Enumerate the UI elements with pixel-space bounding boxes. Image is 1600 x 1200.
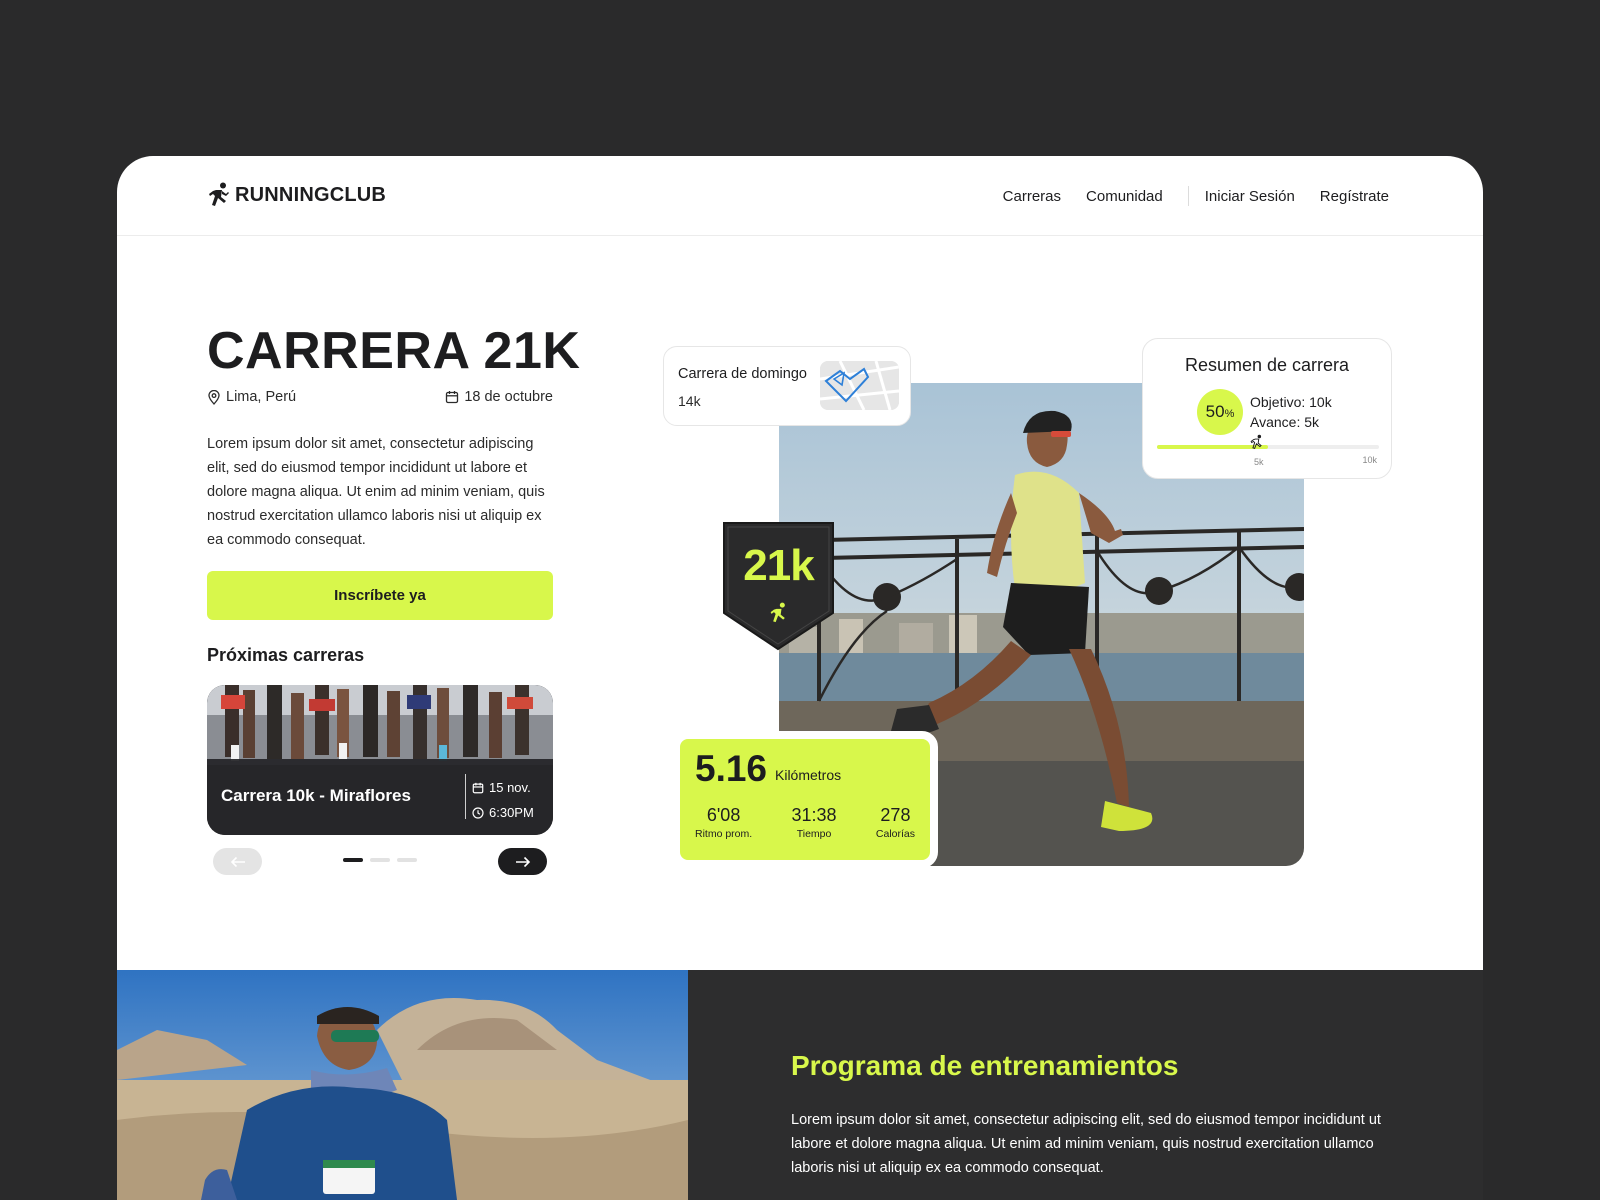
upcoming-races-title: Próximas carreras [207,645,365,665]
progress-text: Avance: 5k [1250,414,1320,430]
runner-icon [770,602,785,623]
race-card-time-text: 6:30PM [489,805,534,820]
carousel-next-button[interactable] [498,848,547,875]
calendar-icon [472,782,484,793]
carousel-dots [343,858,417,862]
race-card-info: 15 nov. 6:30PM [472,775,534,825]
navbar: RUNNINGCLUB Carreras Comunidad Iniciar S… [117,156,1483,236]
brand-name: RUNNINGCLUB [235,183,387,206]
nav-link-comunidad[interactable]: Comunidad [1086,188,1163,205]
distance-unit: Kilómetros [775,767,842,783]
calendar-icon [446,391,459,404]
event-date: 18 de octubre [445,389,553,405]
event-location: Lima, Perú [207,389,296,405]
race-card-date-text: 15 nov. [489,780,531,795]
race-card-title: Carrera 10k - Miraflores [221,786,411,805]
progress-percent: 50% [1197,389,1243,435]
sunday-run-card[interactable]: Carrera de domingo 14k [663,346,911,426]
page-title: CARRERA 21K [207,322,581,380]
progress-percent-symbol: % [1224,408,1235,420]
race-card-divider [465,774,466,819]
register-link[interactable]: Regístrate [1320,188,1389,205]
event-meta: Lima, Perú 18 de octubre [207,389,553,405]
race-card[interactable]: Carrera 10k - Miraflores 15 nov. 6:30PM [207,685,553,835]
race-summary-title: Resumen de carrera [1184,355,1350,375]
date-text: 18 de octubre [464,389,553,405]
progress-percent-value: 50 [1205,402,1225,421]
nav-divider [1187,186,1189,206]
stat-time-value: 31:38 [791,805,837,825]
stat-calories: 278 Calorías [876,805,915,840]
signup-button[interactable]: Inscríbete ya [207,571,553,620]
runner-icon [1250,434,1262,450]
race-summary-card: Resumen de carrera 50% Objetivo: 10k Ava… [1142,338,1392,479]
stat-pace: 6'08 Ritmo prom. [695,805,752,840]
route-map [820,361,899,410]
stat-pace-value: 6'08 [706,805,741,825]
sunday-run-title: Carrera de domingo [678,366,807,382]
arrow-right-icon [515,856,530,867]
training-description: Lorem ipsum dolor sit amet, consectetur … [791,1112,1381,1176]
location-text: Lima, Perú [226,389,297,405]
progress-tick-10k: 10k [1362,455,1377,465]
event-description: Lorem ipsum dolor sit amet, consectetur … [207,436,545,548]
runner-logo-icon [209,182,229,206]
race-card-time: 6:30PM [472,800,534,825]
stat-pace-label: Ritmo prom. [695,828,753,840]
training-title: Programa de entrenamientos [791,1050,1179,1081]
stat-calories-value: 278 [880,805,911,825]
stat-time: 31:38 Tiempo [792,805,837,840]
carousel-dot[interactable] [343,858,363,862]
carousel-prev-button[interactable] [213,848,262,875]
logo[interactable]: RUNNINGCLUB [207,182,386,208]
map-route-icon [820,361,899,410]
login-link[interactable]: Iniciar Sesión [1205,188,1295,205]
stat-calories-label: Calorías [875,828,915,840]
distance-badge-label: 21k [743,541,814,590]
goal-text: Objetivo: 10k [1250,394,1332,410]
progress-tick-5k: 5k [1254,457,1264,467]
page-frame: RUNNINGCLUB Carreras Comunidad Iniciar S… [117,156,1483,1200]
training-photo [117,970,688,1200]
carousel-dot[interactable] [397,858,417,862]
sunday-run-distance: 14k [678,393,701,409]
progress-bar [1157,445,1379,449]
clock-icon [472,806,484,819]
arrow-left-icon [230,856,245,867]
stats-row: 6'08 Ritmo prom. 31:38 Tiempo 278 Calorí… [695,805,915,840]
nav-links: Carreras Comunidad Iniciar Sesión Regíst… [1003,186,1389,206]
race-card-date: 15 nov. [472,775,534,800]
nav-link-carreras[interactable]: Carreras [1003,188,1061,205]
stat-time-label: Tiempo [796,828,832,840]
location-pin-icon [208,389,220,405]
distance-value: 5.16 [695,748,768,789]
carousel-dot[interactable] [370,858,390,862]
race-goals: Objetivo: 10k Avance: 5k [1250,392,1332,432]
run-stats-card: 5.16 Kilómetros 6'08 Ritmo prom. 31:38 T… [672,731,938,868]
